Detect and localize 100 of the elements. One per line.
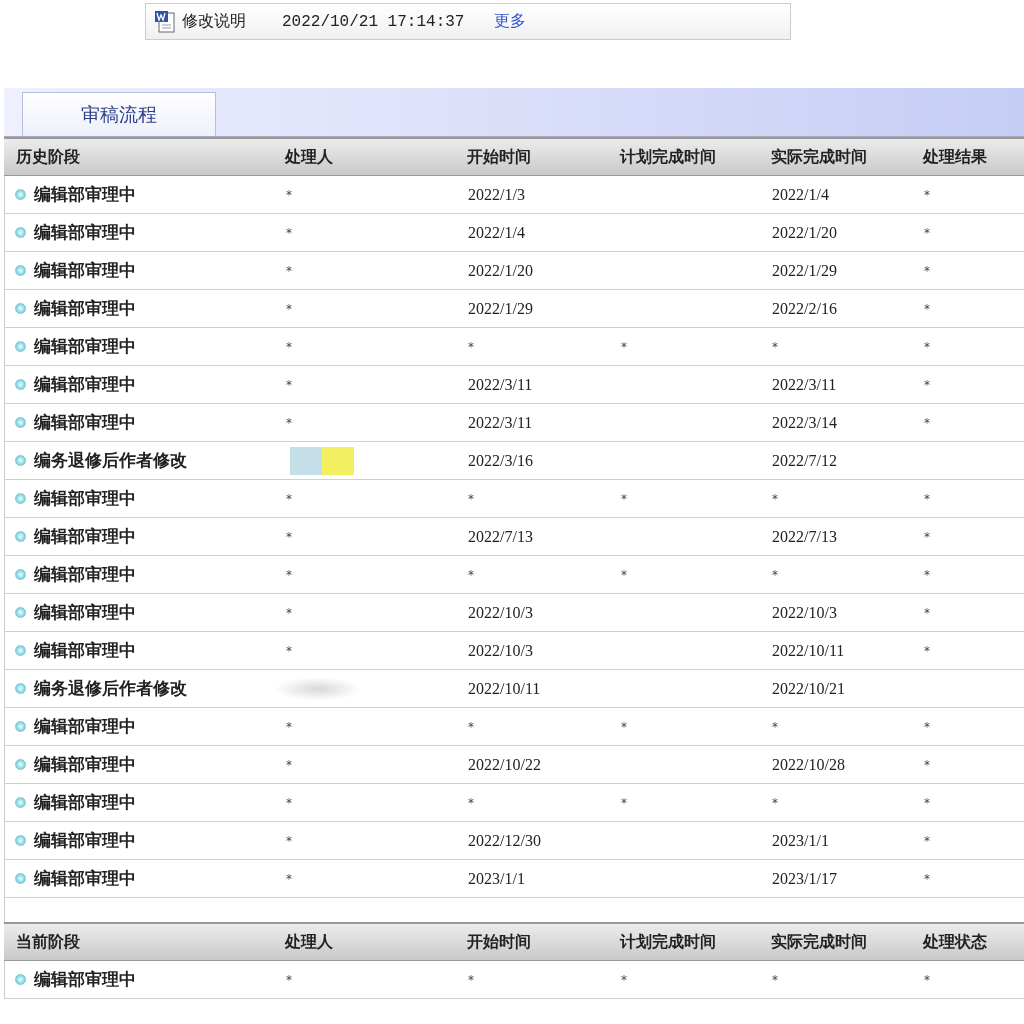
column-header: 处理状态 (923, 931, 988, 953)
table-cell: 2022/10/11 (772, 641, 845, 660)
column-header: 实际完成时间 (771, 931, 868, 953)
table-cell: 2022/10/3 (468, 603, 533, 622)
bullet-icon (15, 683, 26, 694)
table-cell: * (924, 225, 930, 240)
stage-cell: 编辑部审理中 (34, 487, 136, 510)
stage-cell: 编辑部审理中 (34, 829, 136, 852)
table-cell: * (286, 719, 292, 734)
stage-cell: 编务退修后作者修改 (34, 449, 187, 472)
table-cell: * (924, 833, 930, 848)
table-cell: * (924, 605, 930, 620)
table-cell: * (924, 339, 930, 354)
column-header: 开始时间 (467, 931, 532, 953)
stage-cell: 编辑部审理中 (34, 791, 136, 814)
table-cell: * (621, 972, 627, 987)
column-header: 当前阶段 (15, 931, 81, 953)
document-icon (154, 9, 176, 34)
table-cell: 2022/10/21 (772, 679, 845, 698)
table-cell: * (924, 301, 930, 316)
table-cell: * (772, 491, 778, 506)
table-cell: * (924, 757, 930, 772)
table-cell: * (924, 795, 930, 810)
table-cell: * (286, 225, 292, 240)
table-cell: 2022/3/14 (772, 413, 837, 432)
stage-cell: 编辑部审理中 (34, 968, 136, 991)
bullet-icon (15, 455, 26, 466)
table-cell: 2022/10/28 (772, 755, 845, 774)
table-cell: * (286, 529, 292, 544)
column-header: 历史阶段 (15, 146, 81, 168)
table-cell: * (924, 529, 930, 544)
bullet-icon (15, 227, 26, 238)
table-cell: 2022/1/29 (772, 261, 837, 280)
bullet-icon (15, 759, 26, 770)
table-cell: * (286, 605, 292, 620)
table-cell: 2022/1/20 (772, 223, 837, 242)
table-cell: 2023/1/1 (772, 831, 829, 850)
more-link[interactable]: 更多 (494, 11, 527, 32)
stage-cell: 编辑部审理中 (34, 753, 136, 776)
table-cell: 2022/2/16 (772, 299, 837, 318)
table-cell: * (621, 491, 627, 506)
table-cell: * (286, 567, 292, 582)
bullet-icon (15, 607, 26, 618)
stage-cell: 编辑部审理中 (34, 867, 136, 890)
table-cell: * (772, 972, 778, 987)
table-cell: * (924, 871, 930, 886)
table-cell: * (286, 377, 292, 392)
tab[interactable]: 审稿流程 (22, 92, 216, 136)
table-cell: * (924, 491, 930, 506)
table-cell: * (286, 187, 292, 202)
table-cell: * (286, 757, 292, 772)
bullet-icon (15, 569, 26, 580)
table-cell: * (286, 871, 292, 886)
table-cell: * (924, 643, 930, 658)
notice-time: 2022/10/21 17:14:37 (282, 12, 465, 31)
column-header: 实际完成时间 (771, 146, 868, 168)
table-cell: * (468, 491, 474, 506)
column-header: 计划完成时间 (620, 146, 717, 168)
table-cell: 2023/1/17 (772, 869, 837, 888)
table-cell: * (468, 972, 474, 987)
table-cell: * (286, 491, 292, 506)
table-cell: 2022/10/3 (468, 641, 533, 660)
table-cell: * (468, 567, 474, 582)
table-cell: 2022/3/11 (772, 375, 837, 394)
column-header: 开始时间 (467, 146, 532, 168)
table-cell: 2022/10/11 (468, 679, 541, 698)
table-cell: * (286, 415, 292, 430)
table-cell: 2022/1/3 (468, 185, 525, 204)
table-cell: 2023/1/1 (468, 869, 525, 888)
table-cell: * (286, 643, 292, 658)
table-cell: * (286, 339, 292, 354)
stage-cell: 编辑部审理中 (34, 259, 136, 282)
table-cell: * (924, 415, 930, 430)
table-cell: * (468, 339, 474, 354)
bullet-icon (15, 797, 26, 808)
table-cell: 2022/3/11 (468, 413, 533, 432)
stage-cell: 编辑部审理中 (34, 297, 136, 320)
table-cell: 2022/7/13 (468, 527, 533, 546)
bullet-icon (15, 721, 26, 732)
stage-cell: 编辑部审理中 (34, 183, 136, 206)
table-cell: * (772, 719, 778, 734)
bullet-icon (15, 493, 26, 504)
column-header: 处理人 (285, 146, 334, 168)
stage-cell: 编辑部审理中 (34, 601, 136, 624)
table-cell: * (924, 719, 930, 734)
table-cell: 2022/1/29 (468, 299, 533, 318)
stage-cell: 编辑部审理中 (34, 639, 136, 662)
table-cell: * (621, 795, 627, 810)
table-cell: * (621, 719, 627, 734)
notice-label: 修改说明 (182, 11, 246, 32)
table-cell: * (924, 972, 930, 987)
stage-cell: 编辑部审理中 (34, 335, 136, 358)
table-cell: * (621, 339, 627, 354)
table-cell: * (468, 795, 474, 810)
table-cell: * (286, 301, 292, 316)
table-cell: * (286, 972, 292, 987)
bullet-icon (15, 531, 26, 542)
stage-cell: 编辑部审理中 (34, 525, 136, 548)
bullet-icon (15, 189, 26, 200)
table-cell: 2022/1/20 (468, 261, 533, 280)
